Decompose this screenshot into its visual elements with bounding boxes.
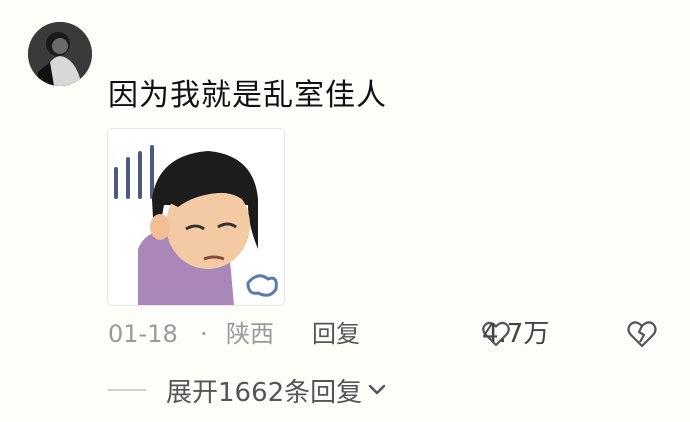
reply-button[interactable]: 回复 [312, 312, 360, 356]
expand-replies-button[interactable]: 展开1662条回复 [108, 368, 386, 412]
comment-text: 因为我就是乱室佳人 [108, 78, 387, 113]
dislike-button[interactable] [627, 318, 657, 362]
expand-divider-line [108, 389, 146, 391]
chevron-down-icon [368, 384, 386, 395]
comment-location: 陕西 [226, 320, 274, 348]
sticker-image[interactable] [107, 128, 285, 306]
like-button[interactable]: 4.7万 [482, 312, 549, 356]
meta-separator: · [200, 320, 208, 348]
broken-heart-icon [627, 321, 657, 348]
comment-meta-row: 01-18 · 陕西 回复 4.7万 [108, 312, 668, 356]
user-avatar[interactable] [28, 22, 92, 86]
like-count: 4.7万 [482, 319, 550, 349]
comment-date: 01-18 [108, 320, 178, 348]
expand-replies-label: 展开1662条回复 [166, 377, 363, 408]
